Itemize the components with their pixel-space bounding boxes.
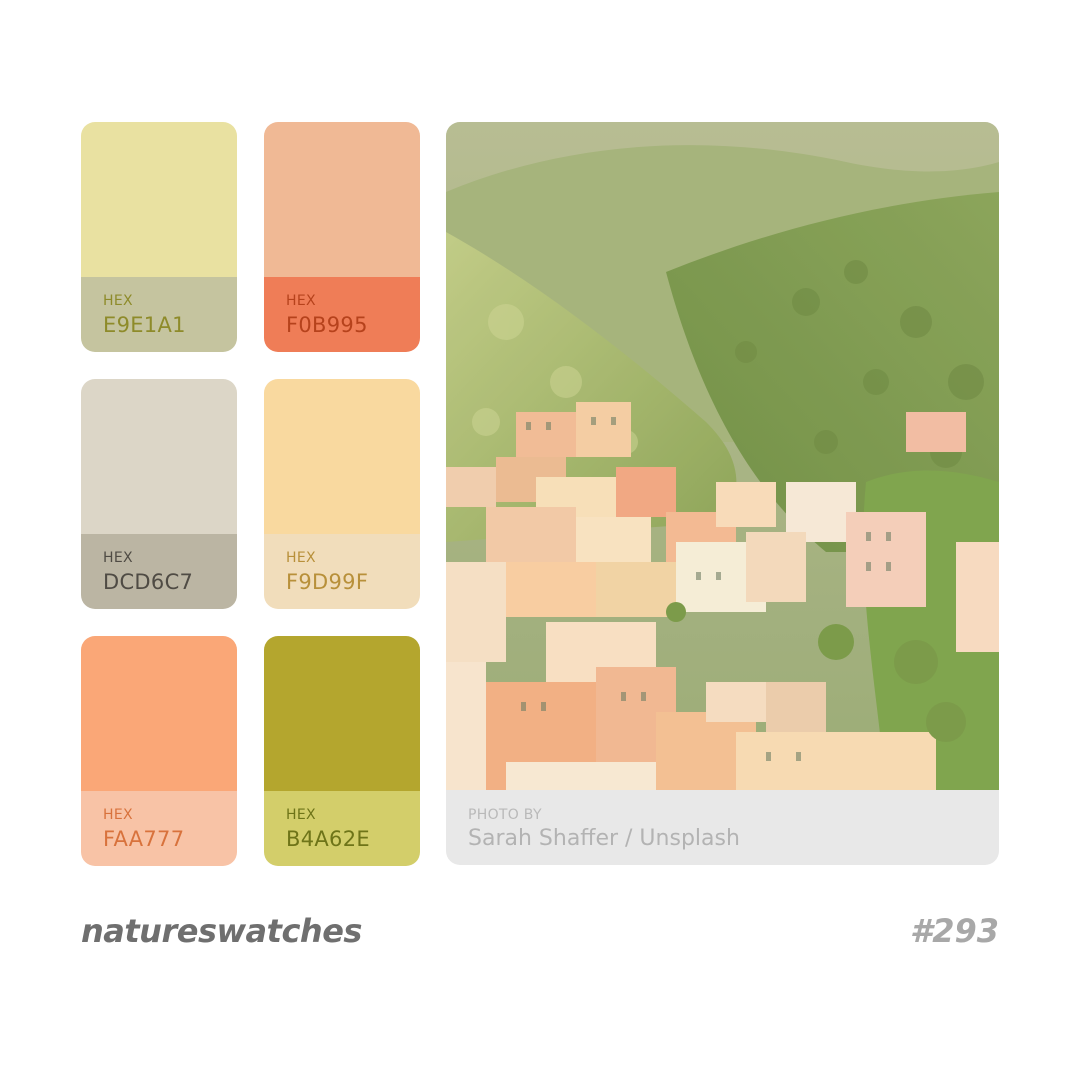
swatch-2-hex-value: F0B995: [286, 313, 368, 337]
photo-credit: Sarah Shaffer / Unsplash: [468, 826, 740, 851]
photo-credit-label: PHOTO BY: [468, 807, 542, 823]
swatch-1: HEX E9E1A1: [81, 122, 237, 352]
brand-wordmark: natureswatches: [81, 912, 362, 950]
swatch-1-band: HEX E9E1A1: [81, 277, 237, 352]
swatch-6: HEX B4A62E: [264, 636, 420, 866]
swatch-5: HEX FAA777: [81, 636, 237, 866]
issue-number: #293: [909, 912, 999, 950]
swatch-5-band: HEX FAA777: [81, 791, 237, 866]
swatch-1-color: [81, 122, 237, 277]
swatch-3-hex-label: HEX: [103, 550, 133, 566]
swatch-6-hex-value: B4A62E: [286, 827, 370, 851]
swatch-3: HEX DCD6C7: [81, 379, 237, 609]
swatch-5-hex-label: HEX: [103, 807, 133, 823]
swatch-5-color: [81, 636, 237, 791]
landscape-photo: [446, 122, 999, 790]
swatch-1-hex-value: E9E1A1: [103, 313, 186, 337]
swatch-3-hex-value: DCD6C7: [103, 570, 194, 594]
swatch-2-hex-label: HEX: [286, 293, 316, 309]
swatch-2-color: [264, 122, 420, 277]
swatch-4-band: HEX F9D99F: [264, 534, 420, 609]
swatch-4: HEX F9D99F: [264, 379, 420, 609]
swatch-1-hex-label: HEX: [103, 293, 133, 309]
swatch-2: HEX F0B995: [264, 122, 420, 352]
swatch-6-band: HEX B4A62E: [264, 791, 420, 866]
swatch-4-hex-value: F9D99F: [286, 570, 369, 594]
swatch-4-color: [264, 379, 420, 534]
swatch-6-color: [264, 636, 420, 791]
swatch-6-hex-label: HEX: [286, 807, 316, 823]
photo-card: PHOTO BY Sarah Shaffer / Unsplash: [446, 122, 999, 865]
swatch-2-band: HEX F0B995: [264, 277, 420, 352]
swatch-4-hex-label: HEX: [286, 550, 316, 566]
swatch-5-hex-value: FAA777: [103, 827, 185, 851]
swatch-3-band: HEX DCD6C7: [81, 534, 237, 609]
swatch-3-color: [81, 379, 237, 534]
